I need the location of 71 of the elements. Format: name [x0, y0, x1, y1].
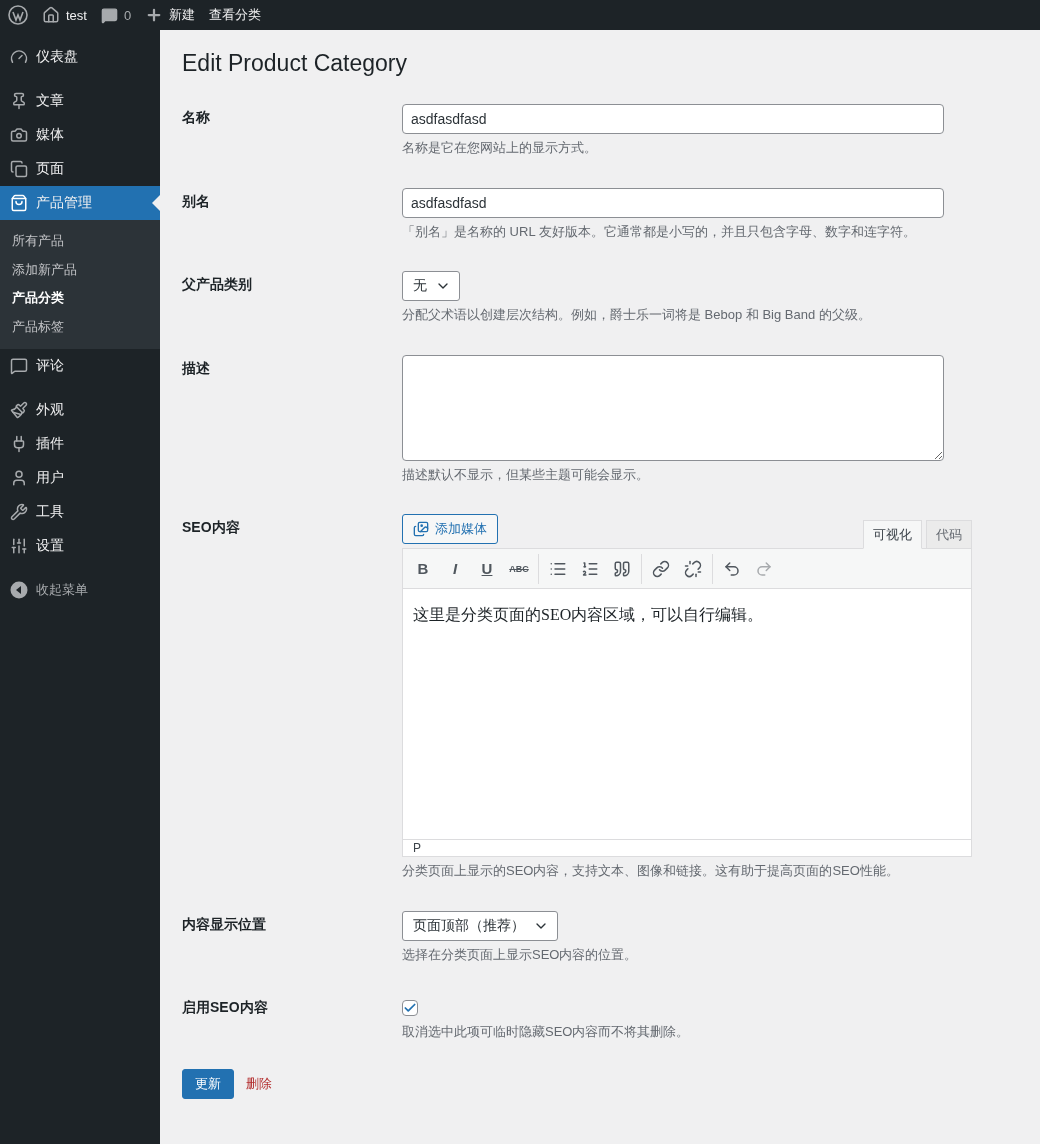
field-label: 内容显示位置 [182, 915, 266, 932]
field-label: 启用SEO内容 [182, 999, 268, 1015]
update-button[interactable]: 更新 [182, 1068, 234, 1099]
site-link[interactable]: test [42, 6, 87, 24]
comment-icon [100, 6, 118, 24]
submenu-item[interactable]: 所有产品 [0, 227, 160, 256]
collapse-icon [10, 581, 28, 599]
comments-link[interactable]: 0 [100, 6, 132, 24]
add-media-button[interactable]: 添加媒体 [402, 514, 498, 544]
delete-link[interactable]: 删除 [246, 1074, 272, 1093]
menu-item[interactable]: 媒体 [0, 118, 160, 152]
menu-icon [10, 401, 28, 419]
menu-item[interactable]: 外观 [0, 393, 160, 427]
menu-item[interactable]: 评论 [0, 349, 160, 383]
home-icon [42, 6, 60, 24]
menu-item[interactable]: 工具 [0, 495, 160, 529]
site-name: test [66, 7, 87, 23]
field-description: 「别名」是名称的 URL 友好版本。它通常都是小写的，并且只包含字母、数字和连字符。 [402, 222, 917, 241]
field-label: 别名 [182, 192, 210, 209]
submenu-item[interactable]: 产品标签 [0, 312, 160, 341]
editor-tab[interactable]: 可视化 [863, 520, 922, 549]
menu-item[interactable]: 用户 [0, 461, 160, 495]
format-button[interactable]: B [407, 553, 439, 584]
checkbox[interactable] [402, 1000, 418, 1016]
menu-icon [10, 503, 28, 521]
menu-icon [10, 48, 28, 66]
field-description: 取消选中此项可临时隐藏SEO内容而不将其删除。 [402, 1023, 691, 1041]
text-field[interactable]: asdfasdfasd [402, 187, 944, 218]
menu-icon [10, 194, 28, 212]
field-description: 描述默认不显示，但某些主题可能会显示。 [402, 465, 650, 484]
submenu-item[interactable]: 添加新产品 [0, 255, 160, 284]
field-description: 分配父术语以创建层次结构。例如，爵士乐一词将是 Bebop 和 Big Band 的父级。 [402, 306, 872, 324]
view-category-link[interactable]: 查看分类 [209, 6, 262, 24]
field-label: 名称 [182, 109, 210, 125]
editor-text: 这里是分类页面的SEO内容区域，可以自行编辑。 [413, 606, 764, 623]
media-icon [413, 521, 429, 537]
element-path: P [413, 841, 421, 855]
menu-icon [10, 92, 28, 110]
format-button[interactable]: U [471, 553, 503, 584]
new-label: 新建 [169, 6, 196, 24]
menu-icon [10, 469, 28, 487]
text-field[interactable]: asdfasdfasd [402, 104, 944, 134]
rich-text-editor[interactable]: B I U ABC 这里是分类页面的SEO内容区域，可以自行编辑。 P [402, 548, 972, 857]
strikethrough-button[interactable]: ABC [503, 553, 535, 584]
menu-icon [10, 357, 28, 375]
dropdown[interactable]: 页面顶部（推荐） [402, 910, 558, 941]
menu-item[interactable]: 插件 [0, 427, 160, 461]
page-title: Edit Product Category [182, 49, 408, 78]
field-label: 描述 [182, 359, 210, 376]
field-label: SEO内容 [182, 519, 240, 535]
text-area[interactable] [402, 354, 944, 461]
menu-icon [10, 537, 28, 555]
menu-item[interactable]: 设置 [0, 529, 160, 563]
menu-icon [10, 126, 28, 144]
dropdown[interactable]: 无 [402, 271, 460, 301]
menu-item[interactable]: 仪表盘 [0, 40, 160, 74]
comment-count: 0 [123, 7, 132, 23]
menu-item[interactable]: 页面 [0, 152, 160, 186]
menu-item[interactable]: 文章 [0, 84, 160, 118]
field-label: 父产品类别 [182, 276, 252, 292]
new-link[interactable]: 新建 [145, 6, 196, 24]
menu-item[interactable]: 产品管理 [0, 186, 160, 220]
wordpress-logo-icon[interactable] [8, 5, 28, 25]
editor-tab[interactable]: 代码 [926, 520, 972, 549]
field-description: 名称是它在您网站上的显示方式。 [402, 139, 598, 157]
collapse-menu-button[interactable]: 收起菜单 [0, 573, 160, 607]
menu-icon [10, 160, 28, 178]
submenu-item[interactable]: 产品分类 [0, 284, 160, 313]
format-button[interactable]: I [439, 553, 471, 584]
field-description: 分类页面上显示的SEO内容，支持文本、图像和链接。这有助于提高页面的SEO性能。 [402, 862, 900, 880]
field-description: 选择在分类页面上显示SEO内容的位置。 [402, 945, 639, 964]
